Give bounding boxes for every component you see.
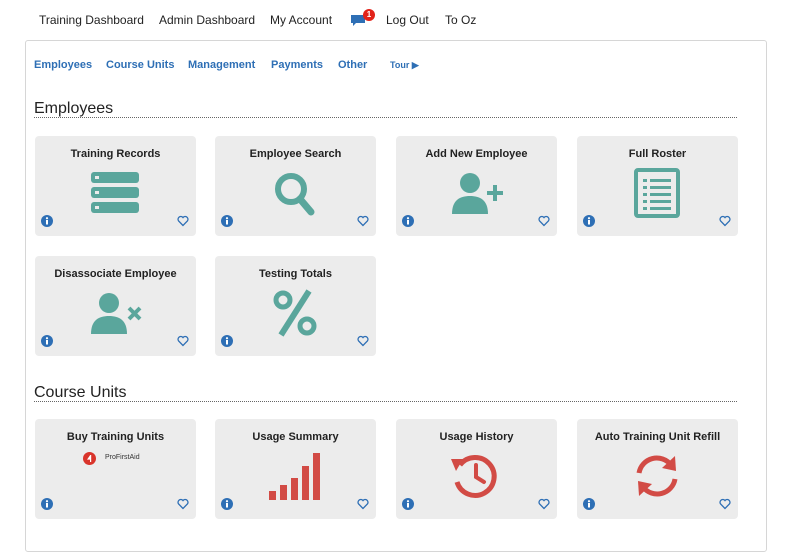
info-icon[interactable] [402, 215, 414, 227]
favorite-heart-icon[interactable] [357, 215, 369, 227]
subnav-other[interactable]: Other [338, 59, 367, 71]
card-training-records[interactable]: Training Records [35, 136, 196, 236]
bar-chart-icon [269, 453, 320, 500]
roster-list-icon [634, 168, 680, 218]
card-employee-search[interactable]: Employee Search [215, 136, 376, 236]
card-title: Buy Training Units [66, 431, 165, 443]
card-usage-history[interactable]: Usage History [396, 419, 557, 519]
card-title: Usage History [439, 431, 514, 443]
card-add-new-employee[interactable]: Add New Employee [396, 136, 557, 236]
percent-icon [273, 289, 317, 337]
favorite-heart-icon[interactable] [538, 498, 550, 510]
subnav-employees[interactable]: Employees [34, 59, 92, 71]
favorite-heart-icon[interactable] [177, 335, 189, 347]
favorite-heart-icon[interactable] [357, 335, 369, 347]
info-icon[interactable] [583, 498, 595, 510]
card-title: Full Roster [628, 148, 687, 160]
card-disassociate-employee[interactable]: Disassociate Employee [35, 256, 196, 356]
brand-name: ProFirstAid [105, 454, 140, 461]
info-icon[interactable] [583, 215, 595, 227]
profirstaid-brand: ProFirstAid [83, 452, 163, 466]
card-title: Training Records [70, 148, 161, 160]
card-usage-summary[interactable]: Usage Summary [215, 419, 376, 519]
favorite-heart-icon[interactable] [177, 215, 189, 227]
card-testing-totals[interactable]: Testing Totals [215, 256, 376, 356]
notification-badge: 1 [363, 9, 375, 21]
favorite-heart-icon[interactable] [719, 498, 731, 510]
top-navigation: Training Dashboard Admin Dashboard My Ac… [0, 0, 800, 40]
section-divider [34, 117, 737, 118]
card-title: Usage Summary [252, 431, 339, 443]
nav-training-dashboard[interactable]: Training Dashboard [39, 13, 144, 27]
info-icon[interactable] [402, 498, 414, 510]
refresh-icon [636, 455, 678, 497]
history-icon [451, 454, 497, 498]
section-title-course-units: Course Units [34, 384, 127, 401]
user-remove-icon [91, 293, 142, 334]
card-title: Disassociate Employee [54, 268, 177, 280]
info-icon[interactable] [41, 215, 53, 227]
info-icon[interactable] [41, 335, 53, 347]
nav-log-out[interactable]: Log Out [386, 13, 429, 27]
nav-to-oz[interactable]: To Oz [445, 13, 476, 27]
subnav-management[interactable]: Management [188, 59, 255, 71]
favorite-heart-icon[interactable] [538, 215, 550, 227]
subnav-payments[interactable]: Payments [271, 59, 323, 71]
dashboard-panel: Employees Course Units Management Paymen… [25, 40, 767, 552]
favorite-heart-icon[interactable] [177, 498, 189, 510]
card-title: Testing Totals [259, 268, 332, 280]
card-title: Employee Search [249, 148, 342, 160]
card-auto-training-unit-refill[interactable]: Auto Training Unit Refill [577, 419, 738, 519]
subnav-course-units[interactable]: Course Units [106, 59, 174, 71]
profirstaid-logo [83, 452, 96, 465]
nav-admin-dashboard[interactable]: Admin Dashboard [159, 13, 255, 27]
info-icon[interactable] [41, 498, 53, 510]
info-icon[interactable] [221, 498, 233, 510]
favorite-heart-icon[interactable] [719, 215, 731, 227]
info-icon[interactable] [221, 215, 233, 227]
info-icon[interactable] [221, 335, 233, 347]
nav-my-account[interactable]: My Account [270, 13, 332, 27]
card-title: Auto Training Unit Refill [594, 431, 721, 443]
favorite-heart-icon[interactable] [357, 498, 369, 510]
section-title-employees: Employees [34, 100, 114, 117]
tour-link[interactable]: Tour ▶ [390, 60, 419, 71]
magnifier-icon [275, 173, 315, 216]
card-title: Add New Employee [425, 148, 528, 160]
server-stack-icon [91, 172, 139, 213]
user-add-icon [452, 173, 503, 214]
section-divider [34, 401, 737, 402]
card-buy-training-units[interactable]: Buy Training Units ProFirstAid [35, 419, 196, 519]
card-full-roster[interactable]: Full Roster [577, 136, 738, 236]
